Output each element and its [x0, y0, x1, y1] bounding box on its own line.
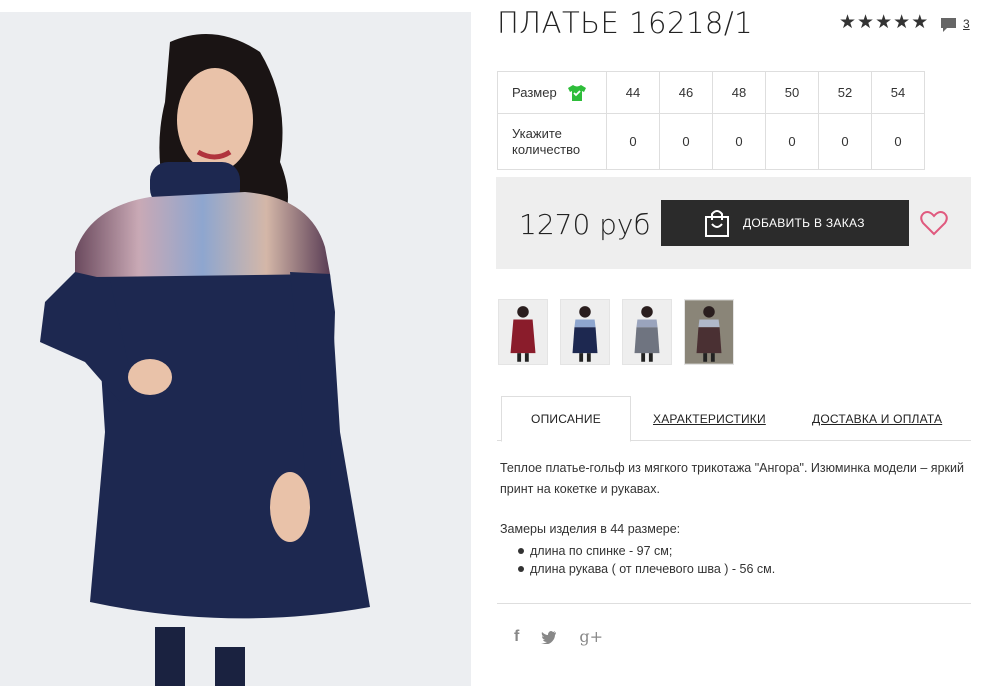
size-cell[interactable]: 52 — [818, 71, 872, 114]
size-label: Размер — [512, 84, 557, 100]
size-cell[interactable]: 48 — [712, 71, 766, 114]
thumbnail-burgundy[interactable] — [498, 299, 548, 365]
measurements-title: Замеры изделия в 44 размере: — [500, 522, 681, 536]
thumbnail-navy[interactable] — [560, 299, 610, 365]
model-illustration — [0, 12, 471, 686]
quantity-input[interactable]: 0 — [712, 113, 766, 170]
quantity-input[interactable]: 0 — [765, 113, 819, 170]
heart-icon[interactable] — [920, 210, 948, 236]
qty-label-line1: Укажите — [512, 125, 562, 141]
comment-icon[interactable] — [940, 17, 957, 34]
divider — [497, 603, 971, 604]
facebook-icon[interactable]: f — [514, 628, 519, 646]
review-count-link[interactable]: 3 — [963, 17, 970, 31]
add-to-order-label: ДОБАВИТЬ В ЗАКАЗ — [743, 216, 865, 230]
size-cell[interactable]: 50 — [765, 71, 819, 114]
price: 1270 руб — [519, 208, 651, 241]
star-icon: ★ — [911, 12, 929, 33]
measurements-list: длина по спинке - 97 см; длина рукава ( … — [516, 542, 775, 578]
size-cell[interactable]: 54 — [871, 71, 925, 114]
tab-description[interactable]: ОПИСАНИЕ — [501, 396, 631, 442]
quantity-input[interactable]: 0 — [659, 113, 713, 170]
measurement-item: длина по спинке - 97 см; — [516, 542, 775, 560]
size-cell[interactable]: 46 — [659, 71, 713, 114]
product-title: ПЛАТЬЕ 16218/1 — [497, 6, 754, 40]
shopping-bag-icon — [705, 210, 729, 237]
star-icon: ★ — [839, 12, 857, 33]
measurement-item: длина рукава ( от плечевого шва ) - 56 с… — [516, 560, 775, 578]
product-tabs: ОПИСАНИЕ ХАРАКТЕРИСТИКИ ДОСТАВКА И ОПЛАТ… — [497, 396, 971, 442]
quantity-input[interactable]: 0 — [871, 113, 925, 170]
size-cell[interactable]: 44 — [606, 71, 660, 114]
star-icon: ★ — [857, 12, 875, 33]
quantity-row-label: Укажите количество — [497, 113, 607, 170]
tab-delivery[interactable]: ДОСТАВКА И ОПЛАТА — [812, 396, 942, 441]
thumbnail-brown[interactable] — [684, 299, 734, 365]
add-to-order-button[interactable]: ДОБАВИТЬ В ЗАКАЗ — [661, 200, 909, 246]
price-box: 1270 руб ДОБАВИТЬ В ЗАКАЗ — [496, 177, 971, 269]
thumbnail-gallery — [498, 299, 734, 365]
size-chart-icon[interactable] — [567, 84, 587, 102]
star-icon: ★ — [875, 12, 893, 33]
product-description: Теплое платье-гольф из мягкого трикотажа… — [500, 461, 964, 496]
star-icon: ★ — [893, 12, 911, 33]
size-row-label: Размер — [497, 71, 607, 114]
product-main-image[interactable] — [0, 12, 471, 686]
social-share: f g+ — [514, 627, 603, 646]
quantity-input[interactable]: 0 — [606, 113, 660, 170]
thumbnail-grey[interactable] — [622, 299, 672, 365]
size-quantity-table: Размер 44 46 48 50 52 54 Укажите количес… — [497, 71, 925, 170]
quantity-input[interactable]: 0 — [818, 113, 872, 170]
google-plus-icon[interactable]: g+ — [579, 627, 603, 646]
twitter-icon[interactable] — [541, 630, 557, 644]
rating-stars[interactable]: ★ ★ ★ ★ ★ — [839, 13, 928, 33]
tab-characteristics[interactable]: ХАРАКТЕРИСТИКИ — [653, 396, 766, 441]
qty-label-line2: количество — [512, 141, 581, 157]
